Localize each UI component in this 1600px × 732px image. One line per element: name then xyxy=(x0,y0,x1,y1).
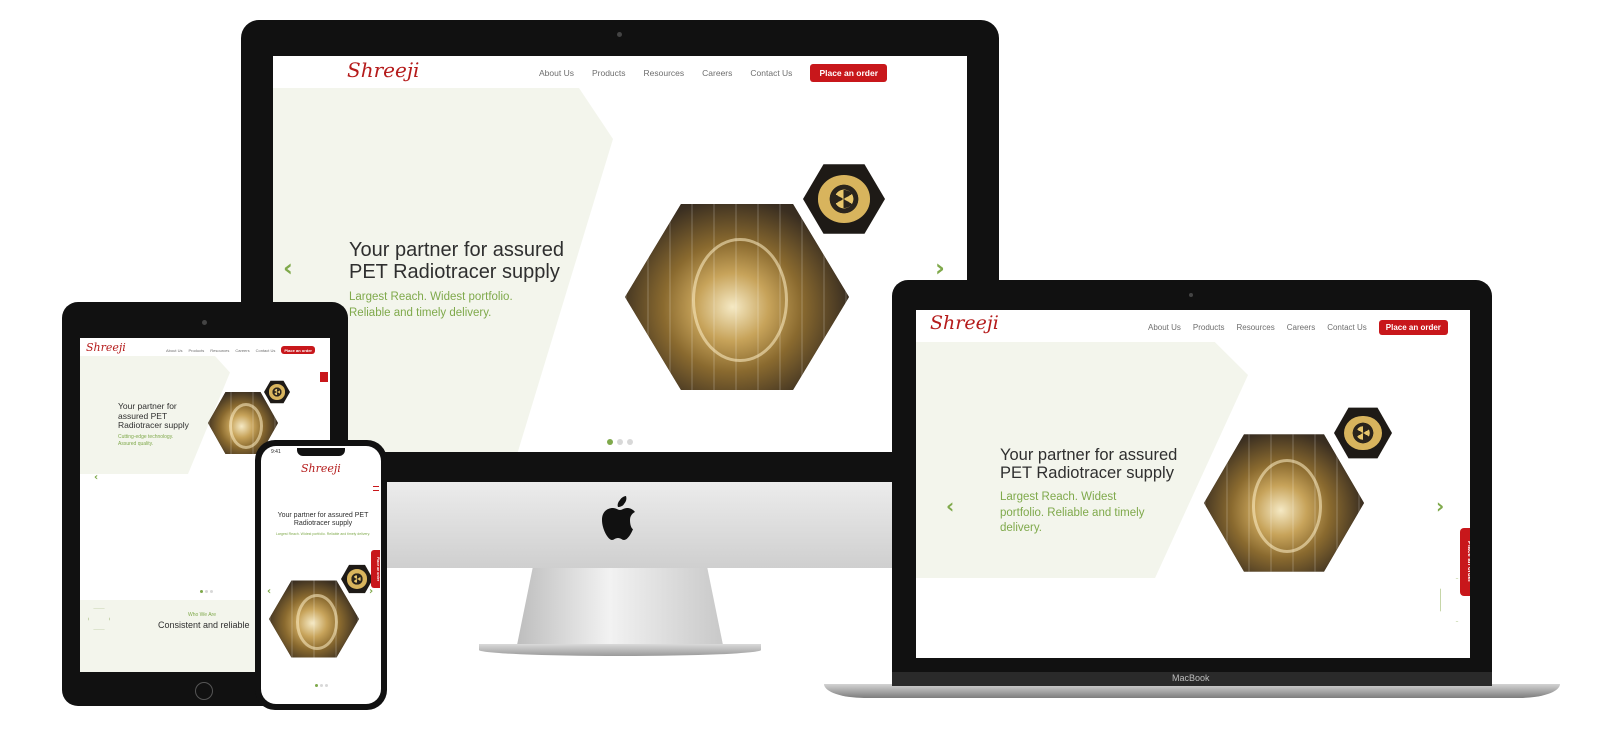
main-nav: About Us Products Resources Careers Cont… xyxy=(1148,320,1448,335)
nav-careers[interactable]: Careers xyxy=(702,68,732,78)
hero-title-line2: PET Radiotracer supply xyxy=(349,261,560,284)
chevron-right-icon[interactable]: › xyxy=(935,254,945,282)
hero-image-hexagon xyxy=(269,580,359,658)
hero-image-hexagon xyxy=(1204,434,1364,572)
site-logo[interactable]: Shreeji xyxy=(86,341,126,354)
section-hex-icon xyxy=(88,608,110,630)
nav-resources[interactable]: Resources xyxy=(210,348,229,353)
nav-careers[interactable]: Careers xyxy=(1287,323,1315,332)
iphone-device: 9:41 Shreeji Your partner for assured PE… xyxy=(255,440,387,710)
nav-resources[interactable]: Resources xyxy=(1236,323,1274,332)
nav-contact-us[interactable]: Contact Us xyxy=(1327,323,1367,332)
hero-title-line2: PET Radiotracer supply xyxy=(1000,464,1174,483)
place-order-button[interactable]: Place an order xyxy=(810,64,888,82)
nav-resources[interactable]: Resources xyxy=(644,68,685,78)
nav-contact-us[interactable]: Contact Us xyxy=(750,68,792,78)
macbook-screen: Shreeji About Us Products Resources Care… xyxy=(916,310,1470,658)
imac-camera xyxy=(617,32,622,37)
chevron-right-icon[interactable]: › xyxy=(1436,494,1444,518)
decor-hex-outline xyxy=(1440,578,1470,622)
imac-stand xyxy=(516,568,724,650)
hero-title: Your partner for assured PET Radiotracer… xyxy=(1000,446,1220,483)
hero-title: Your partner for assured PET Radiotracer… xyxy=(118,401,189,431)
nav-about-us[interactable]: About Us xyxy=(539,68,574,78)
site-logo[interactable]: Shreeji xyxy=(347,58,419,82)
status-time: 9:41 xyxy=(271,449,281,455)
main-nav: About Us Products Resources Careers Cont… xyxy=(539,64,888,82)
hero-subtitle-line2: Reliable and timely delivery. xyxy=(349,306,492,319)
hamburger-menu-icon[interactable] xyxy=(320,372,328,382)
hamburger-menu-icon[interactable] xyxy=(373,486,379,491)
chevron-left-icon[interactable]: ‹ xyxy=(267,586,271,597)
place-order-button[interactable]: Place an order xyxy=(1378,320,1448,335)
hero-subtitle: Largest Reach. Widest portfolio. Reliabl… xyxy=(349,290,589,321)
place-order-button[interactable]: Place an order xyxy=(281,346,315,354)
hero-subtitle-line1: Largest Reach. Widest portfolio. xyxy=(349,291,513,303)
carousel-dots[interactable] xyxy=(200,590,213,593)
macbook-base xyxy=(824,684,1560,698)
iphone-screen: 9:41 Shreeji Your partner for assured PE… xyxy=(261,446,381,704)
iphone-notch xyxy=(297,448,345,456)
hero-subtitle: Largest Reach. Widest portfolio. Reliabl… xyxy=(275,532,371,536)
apple-logo-icon xyxy=(601,496,637,542)
section-kicker: Who We Are xyxy=(188,612,216,618)
camera-icon xyxy=(1189,293,1193,297)
radiation-icon xyxy=(803,164,885,234)
hero-title: Your partner for assured PET Radiotracer… xyxy=(349,239,649,284)
section-title: Consistent and reliable xyxy=(158,620,250,630)
nav-about-us[interactable]: About Us xyxy=(166,348,182,353)
site-logo[interactable]: Shreeji xyxy=(930,312,999,334)
nav-products[interactable]: Products xyxy=(188,348,204,353)
main-nav: About Us Products Resources Careers Cont… xyxy=(166,346,315,354)
site-logo[interactable]: Shreeji xyxy=(301,462,341,475)
camera-icon xyxy=(202,320,207,325)
carousel-dots[interactable] xyxy=(607,439,633,445)
hero-title-line1: Your partner for assured xyxy=(349,239,564,261)
macbook-label: MacBook xyxy=(1172,673,1210,683)
hero-title: Your partner for assured PET Radiotracer… xyxy=(277,512,369,527)
nav-products[interactable]: Products xyxy=(1193,323,1225,332)
chevron-right-icon[interactable]: › xyxy=(369,586,373,597)
chevron-left-icon[interactable]: ‹ xyxy=(283,254,293,282)
ipad-home-button xyxy=(195,682,213,700)
nav-careers[interactable]: Careers xyxy=(235,348,249,353)
chevron-left-icon[interactable]: ‹ xyxy=(94,472,98,483)
imac-base xyxy=(479,644,761,656)
radiation-icon xyxy=(1334,407,1392,459)
radiation-icon xyxy=(264,380,290,404)
carousel-dots[interactable] xyxy=(315,684,328,687)
nav-products[interactable]: Products xyxy=(592,68,626,78)
nav-about-us[interactable]: About Us xyxy=(1148,323,1181,332)
hero-subtitle: Largest Reach. Widest portfolio. Reliabl… xyxy=(1000,491,1145,535)
macbook-device: MacBook Shreeji About Us Products Resour… xyxy=(824,280,1560,704)
side-place-order-tab[interactable]: Place an order xyxy=(371,550,380,588)
hero-image-hexagon xyxy=(625,203,849,391)
chevron-left-icon[interactable]: ‹ xyxy=(946,494,954,518)
nav-contact-us[interactable]: Contact Us xyxy=(256,348,276,353)
hero-title-line1: Your partner for assured xyxy=(1000,446,1178,464)
hero-subtitle: Cutting-edge technology. Assured quality… xyxy=(118,434,174,447)
